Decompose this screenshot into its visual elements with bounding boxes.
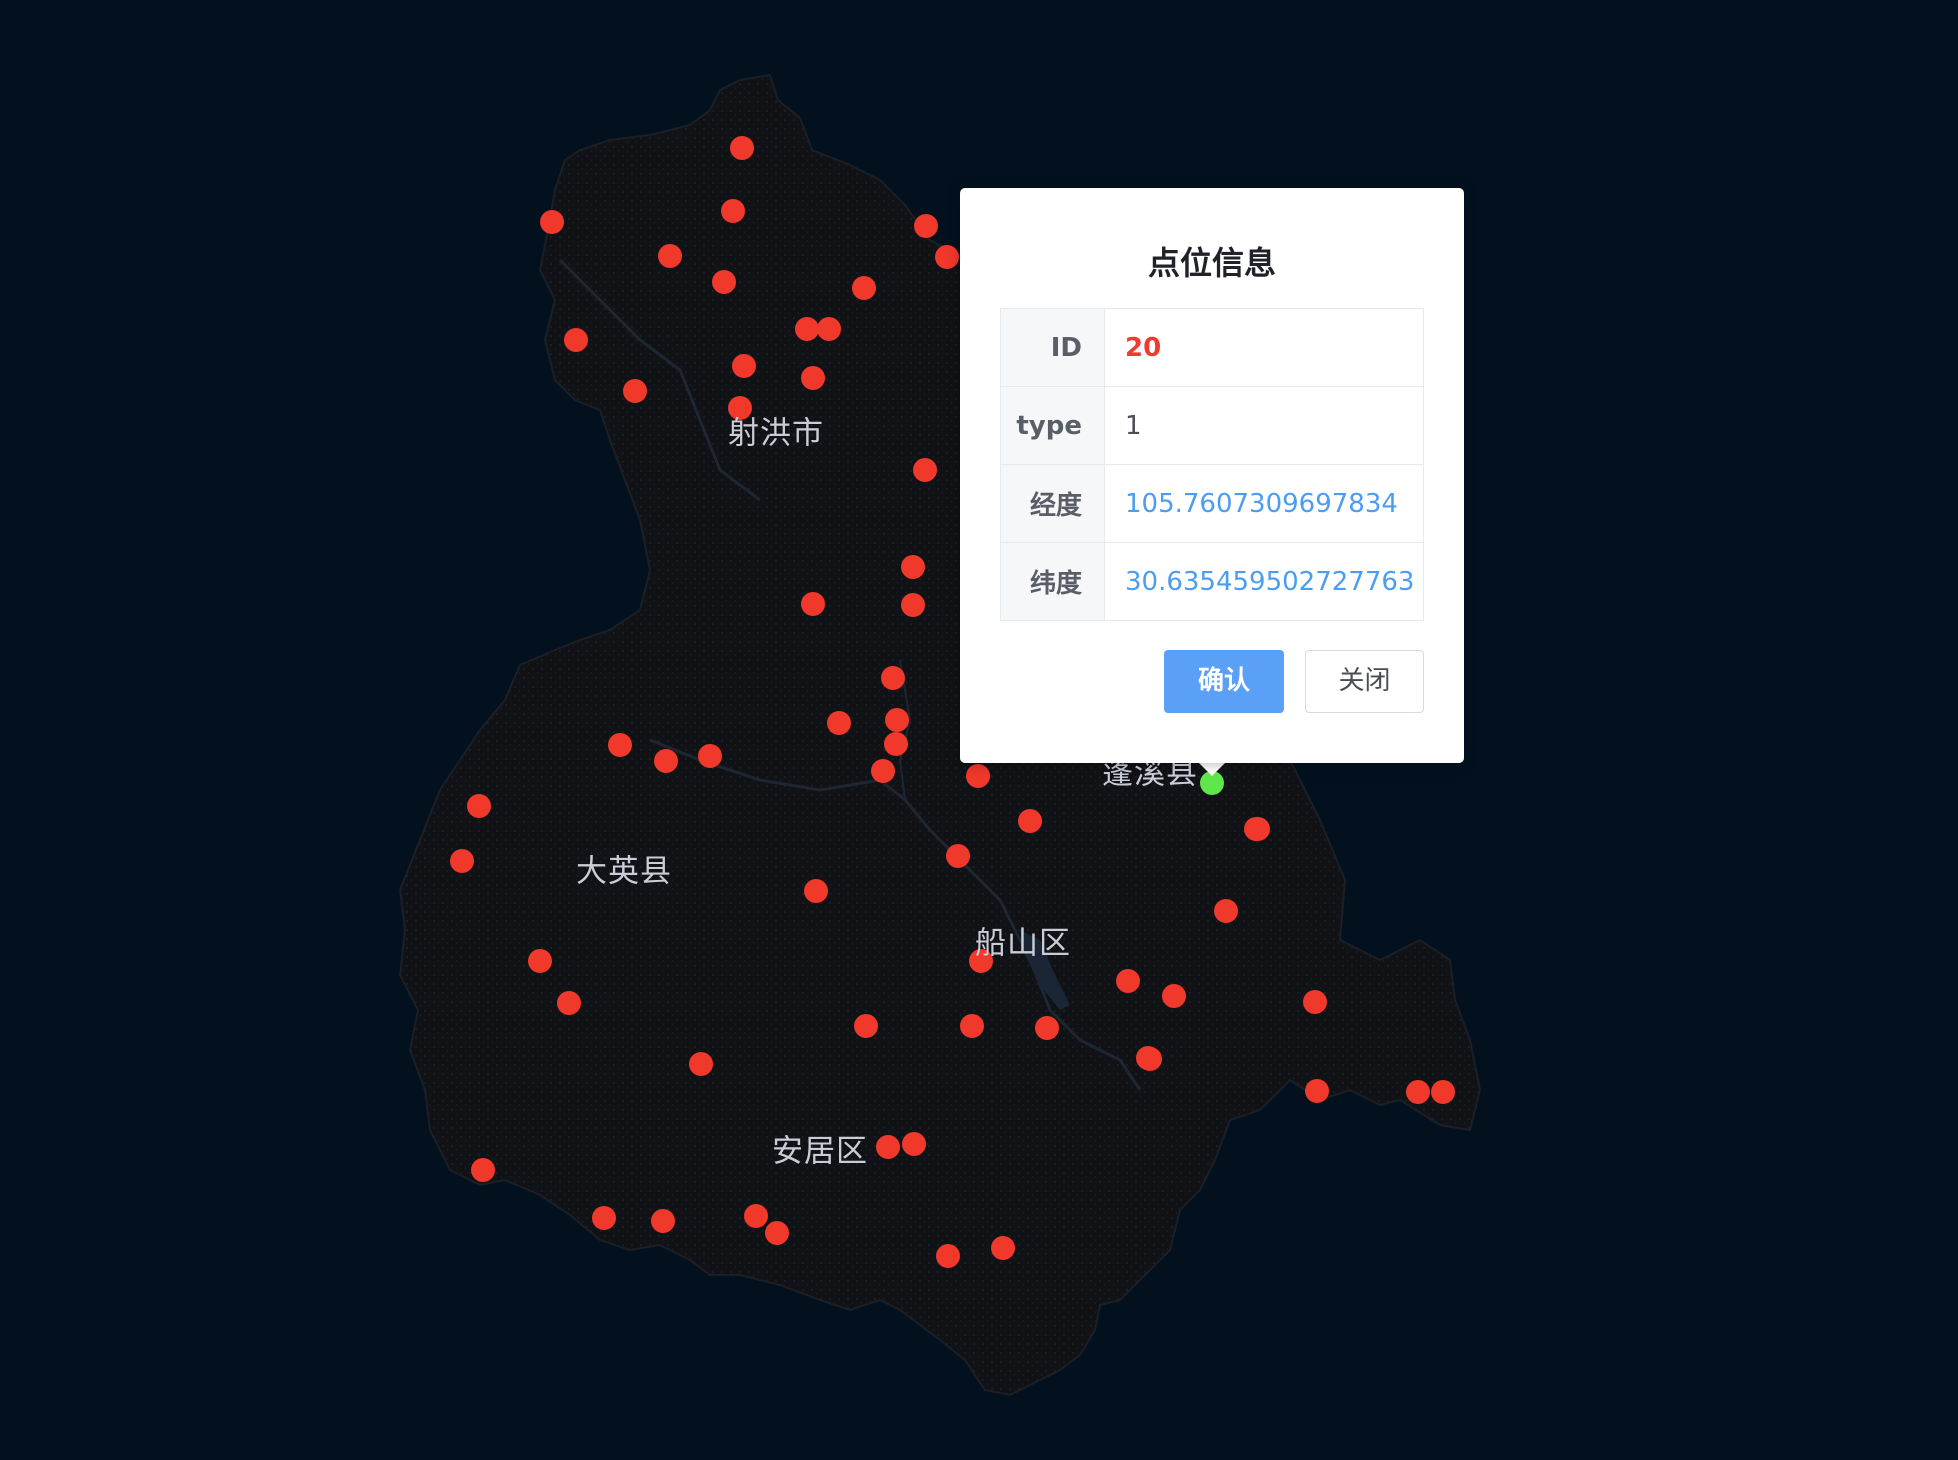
- point-marker[interactable]: [564, 328, 588, 352]
- point-marker[interactable]: [528, 949, 552, 973]
- row-key-id: ID: [1000, 308, 1105, 387]
- point-marker[interactable]: [935, 245, 959, 269]
- point-marker[interactable]: [1406, 1080, 1430, 1104]
- point-marker[interactable]: [854, 1014, 878, 1038]
- point-marker[interactable]: [913, 458, 937, 482]
- table-row-type: type 1: [1000, 386, 1424, 465]
- point-marker[interactable]: [1136, 1046, 1160, 1070]
- row-key-latitude: 纬度: [1000, 542, 1105, 621]
- point-marker[interactable]: [991, 1236, 1015, 1260]
- region-label-shehong: 射洪市: [728, 415, 824, 452]
- row-value-latitude: 30.635459502727763: [1104, 542, 1424, 621]
- row-value-type: 1: [1104, 386, 1424, 465]
- point-marker[interactable]: [871, 759, 895, 783]
- point-marker[interactable]: [876, 1135, 900, 1159]
- point-marker[interactable]: [902, 1132, 926, 1156]
- point-marker[interactable]: [901, 555, 925, 579]
- table-row-longitude: 经度 105.7607309697834: [1000, 464, 1424, 543]
- row-key-longitude: 经度: [1000, 464, 1105, 543]
- point-marker[interactable]: [450, 849, 474, 873]
- table-row-id: ID 20: [1000, 308, 1424, 387]
- confirm-button[interactable]: 确认: [1164, 650, 1284, 713]
- point-marker[interactable]: [804, 879, 828, 903]
- point-marker[interactable]: [801, 592, 825, 616]
- point-marker[interactable]: [467, 794, 491, 818]
- popup-arrow: [1198, 762, 1226, 776]
- close-button[interactable]: 关闭: [1305, 650, 1424, 713]
- region-label-chuanshan: 船山区: [975, 925, 1071, 962]
- point-marker[interactable]: [936, 1244, 960, 1268]
- point-marker[interactable]: [914, 214, 938, 238]
- point-info-table: ID 20 type 1 经度 105.7607309697834 纬度 30.…: [1000, 308, 1424, 621]
- point-marker[interactable]: [881, 666, 905, 690]
- point-marker[interactable]: [540, 210, 564, 234]
- point-marker[interactable]: [1018, 809, 1042, 833]
- point-marker[interactable]: [1116, 969, 1140, 993]
- point-marker[interactable]: [658, 244, 682, 268]
- row-value-longitude: 105.7607309697834: [1104, 464, 1424, 543]
- point-marker[interactable]: [884, 732, 908, 756]
- point-marker[interactable]: [960, 1014, 984, 1038]
- point-marker[interactable]: [732, 354, 756, 378]
- point-marker[interactable]: [966, 764, 990, 788]
- point-marker[interactable]: [1035, 1016, 1059, 1040]
- point-marker[interactable]: [946, 844, 970, 868]
- region-label-anju: 安居区: [772, 1133, 868, 1170]
- point-marker[interactable]: [1214, 899, 1238, 923]
- point-marker[interactable]: [592, 1206, 616, 1230]
- table-row-latitude: 纬度 30.635459502727763: [1000, 542, 1424, 621]
- point-marker[interactable]: [852, 276, 876, 300]
- point-marker[interactable]: [1162, 984, 1186, 1008]
- region-label-daying: 大英县: [576, 853, 672, 890]
- point-marker[interactable]: [901, 593, 925, 617]
- point-marker[interactable]: [608, 733, 632, 757]
- row-value-id: 20: [1104, 308, 1424, 387]
- point-marker[interactable]: [654, 749, 678, 773]
- point-marker[interactable]: [795, 317, 819, 341]
- point-marker[interactable]: [827, 711, 851, 735]
- popup-title: 点位信息: [1147, 244, 1276, 282]
- point-marker[interactable]: [885, 708, 909, 732]
- point-marker[interactable]: [557, 991, 581, 1015]
- point-marker[interactable]: [712, 270, 736, 294]
- point-marker[interactable]: [623, 379, 647, 403]
- row-key-type: type: [1000, 386, 1105, 465]
- point-marker[interactable]: [1305, 1079, 1329, 1103]
- point-marker[interactable]: [1431, 1080, 1455, 1104]
- point-marker[interactable]: [471, 1158, 495, 1182]
- map-canvas[interactable]: 射洪市 大英县 船山区 安居区 蓬溪县 点位信息 ID 20 type 1 经度…: [0, 0, 1958, 1460]
- point-marker[interactable]: [651, 1209, 675, 1233]
- point-marker[interactable]: [1244, 817, 1268, 841]
- point-marker[interactable]: [801, 366, 825, 390]
- point-marker[interactable]: [721, 199, 745, 223]
- point-marker[interactable]: [730, 136, 754, 160]
- point-marker[interactable]: [698, 744, 722, 768]
- point-info-popup: 点位信息 ID 20 type 1 经度 105.7607309697834 纬…: [960, 188, 1464, 763]
- point-marker[interactable]: [765, 1221, 789, 1245]
- point-marker[interactable]: [744, 1204, 768, 1228]
- point-marker[interactable]: [817, 317, 841, 341]
- point-marker[interactable]: [689, 1052, 713, 1076]
- point-marker[interactable]: [1303, 990, 1327, 1014]
